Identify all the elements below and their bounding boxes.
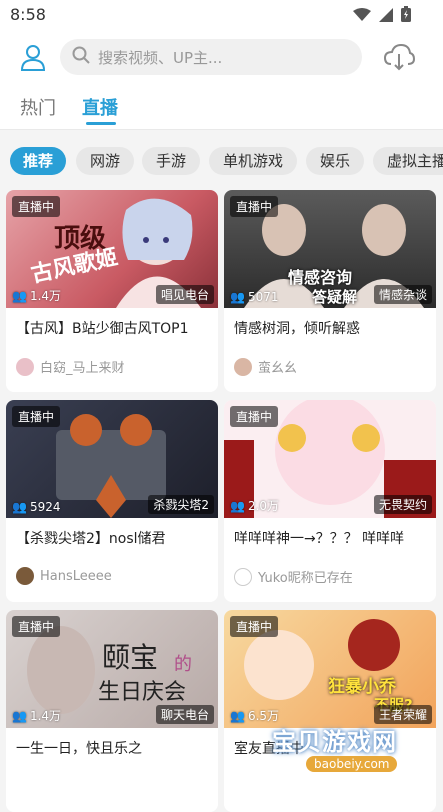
viewers-icon: 👥 — [12, 708, 27, 723]
room-title: 一生一日，快且乐之 — [16, 741, 142, 757]
viewer-count-value: 5071 — [247, 290, 279, 304]
live-status-badge: 直播中 — [230, 616, 279, 637]
tab-live[interactable]: 直播 — [82, 94, 118, 120]
room-cover: 狂暴小乔 不服? 直播中 👥6.5万 王者荣耀 — [224, 610, 436, 728]
cloud-download-icon[interactable] — [383, 42, 416, 72]
profile-icon[interactable] — [18, 42, 48, 72]
avatar — [234, 567, 252, 586]
tab-hot[interactable]: 热门 — [20, 94, 56, 120]
streamer[interactable]: 蛮幺幺 — [234, 357, 297, 376]
live-room-card[interactable]: 直播中 👥 5924 杀戮尖塔2 【杀戮尖塔2】nosl储君 HansLeeee — [6, 400, 218, 602]
area-badge: 杀戮尖塔2 — [148, 495, 214, 514]
live-room-card[interactable]: 直播中 👥 2.0万 无畏契约 咩咩咩神一→？？？ 咩咩咩 Yuko昵称已存在 — [224, 400, 436, 602]
live-status-badge: 直播中 — [12, 406, 61, 427]
viewer-count-value: 1.4万 — [29, 709, 62, 723]
area-badge: 聊天电台 — [155, 705, 214, 724]
room-cover: 直播中 👥 5924 杀戮尖塔2 — [6, 400, 218, 518]
viewers-icon: 👥 — [12, 288, 27, 303]
area-badge: 情感杂谈 — [373, 285, 432, 304]
streamer-name: 蛮幺幺 — [258, 361, 298, 376]
status-time: 8:58 — [10, 5, 46, 24]
live-status-badge: 直播中 — [12, 196, 61, 217]
chip-single-player[interactable]: 单机游戏 — [209, 147, 297, 175]
live-room-card[interactable]: 情感咨询 答疑解 直播中 👥 5071 情感杂谈 情感树洞，倾听解惑 蛮幺幺 — [224, 190, 436, 392]
viewer-count-value: 6.5万 — [247, 709, 280, 723]
cover-text: 生日庆会 — [98, 680, 187, 705]
room-cover: 情感咨询 答疑解 直播中 👥 5071 情感杂谈 — [224, 190, 436, 308]
viewer-count: 👥 1.4万 — [12, 707, 61, 724]
viewers-icon: 👥 — [230, 290, 245, 304]
signal-icon — [379, 7, 393, 26]
streamer-name: HansLeeee — [40, 568, 112, 584]
chip-entertainment[interactable]: 娱乐 — [306, 147, 364, 175]
chip-online-games[interactable]: 网游 — [76, 147, 134, 175]
live-room-card[interactable]: 狂暴小乔 不服? 直播中 👥6.5万 王者荣耀 室友直播中 — [224, 610, 436, 812]
streamer-name: 白窈_马上来财 — [40, 361, 125, 376]
viewer-count: 👥 5924 — [12, 500, 61, 514]
cover-text: 颐宝 — [102, 641, 159, 674]
status-bar: 8:58 — [0, 0, 443, 30]
tab-active-indicator — [86, 122, 116, 125]
avatar — [16, 357, 34, 376]
streamer-name: Yuko昵称已存在 — [258, 571, 353, 586]
battery-icon — [401, 6, 411, 26]
viewer-count: 👥 6.5万 — [230, 707, 279, 724]
cover-text: 答疑解 — [312, 288, 358, 306]
search-placeholder: 搜索视频、UP主... — [98, 48, 223, 67]
streamer[interactable]: 白窈_马上来财 — [16, 357, 125, 376]
avatar — [16, 567, 34, 585]
viewer-count: 👥 2.0万 — [230, 497, 279, 514]
chip-mobile-games[interactable]: 手游 — [142, 147, 200, 175]
streamer[interactable]: HansLeeee — [16, 567, 112, 585]
wifi-icon — [353, 7, 371, 26]
room-cover: 顶级 古风歌姬 直播中 👥 1.4万 唱见电台 — [6, 190, 218, 308]
room-cover: 颐宝 的 生日庆会 直播中 👥 1.4万 聊天电台 — [6, 610, 218, 728]
viewers-icon: 👥 — [12, 500, 27, 514]
live-room-card[interactable]: 顶级 古风歌姬 直播中 👥 1.4万 唱见电台 【古风】B站少御古风TOP1 白窈… — [6, 190, 218, 392]
viewers-icon: 👥 — [230, 708, 245, 723]
room-title: 室友直播中 — [234, 741, 304, 757]
room-title: 【杀戮尖塔2】nosl储君 — [16, 531, 166, 547]
viewer-count-value: 2.0万 — [247, 499, 280, 513]
area-badge: 王者荣耀 — [373, 705, 432, 724]
search-input[interactable]: 搜索视频、UP主... — [60, 39, 362, 75]
viewer-count-value: 1.4万 — [29, 289, 62, 303]
streamer[interactable]: Yuko昵称已存在 — [234, 567, 353, 586]
area-badge: 无畏契约 — [373, 495, 432, 514]
viewer-count: 👥 5071 — [230, 290, 279, 304]
viewer-count-value: 5924 — [29, 500, 61, 514]
room-cover: 直播中 👥 2.0万 无畏契约 — [224, 400, 436, 518]
avatar — [234, 357, 252, 376]
live-status-badge: 直播中 — [12, 616, 61, 637]
chip-vtuber[interactable]: 虚拟主播 — [373, 147, 443, 175]
room-title: 情感树洞，倾听解惑 — [234, 321, 360, 337]
room-title: 【古风】B站少御古风TOP1 — [16, 321, 189, 337]
main-tabs: 热门 直播 — [0, 84, 443, 130]
cover-text: 情感咨询 — [288, 268, 353, 287]
live-room-card[interactable]: 颐宝 的 生日庆会 直播中 👥 1.4万 聊天电台 一生一日，快且乐之 — [6, 610, 218, 812]
chip-recommend[interactable]: 推荐 — [10, 147, 66, 175]
viewers-icon: 👥 — [230, 498, 245, 513]
status-icons — [353, 6, 411, 26]
area-badge: 唱见电台 — [155, 285, 214, 304]
search-icon — [72, 46, 90, 68]
live-status-badge: 直播中 — [230, 196, 279, 217]
room-title: 咩咩咩神一→？？？ 咩咩咩 — [234, 531, 405, 547]
live-status-badge: 直播中 — [230, 406, 279, 427]
category-chips: 推荐 网游 手游 单机游戏 娱乐 虚拟主播 — [0, 131, 443, 189]
viewer-count: 👥 1.4万 — [12, 287, 61, 304]
cover-text: 的 — [174, 654, 192, 675]
top-bar: 搜索视频、UP主... — [0, 30, 443, 84]
